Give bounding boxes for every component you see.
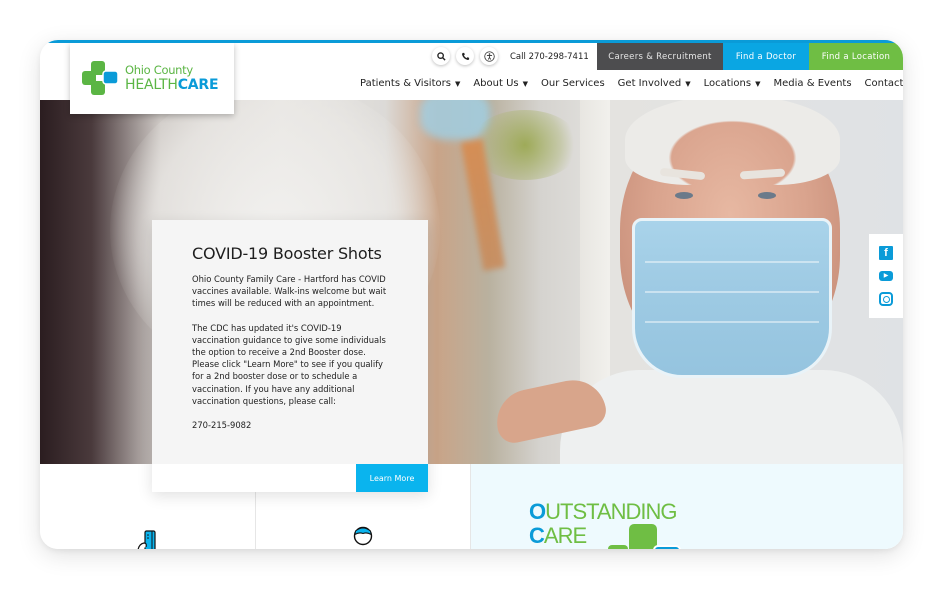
nav-label: Patients & Visitors bbox=[360, 78, 451, 89]
oc-word: ARE bbox=[543, 523, 587, 548]
nav-locations[interactable]: Locations ▼ bbox=[704, 78, 761, 89]
youtube-icon[interactable]: ▶ bbox=[879, 270, 893, 281]
logo-cross-icon bbox=[80, 59, 120, 99]
logo-health: HEALTH bbox=[125, 76, 178, 93]
oc-cross-shape bbox=[653, 545, 681, 549]
mask-pleat bbox=[645, 291, 819, 293]
card-phone: 270-215-9082 bbox=[192, 420, 252, 431]
card-footer: Learn More bbox=[152, 464, 428, 492]
call-phone-link[interactable]: Call 270-298-7411 bbox=[510, 52, 589, 62]
top-buttons: Careers & Recruitment Find a Doctor Find… bbox=[597, 43, 903, 70]
hero-face-mask bbox=[632, 218, 832, 378]
oc-cross-shape bbox=[608, 545, 628, 549]
nav-label: Locations bbox=[703, 78, 752, 89]
logo-text: Ohio County HEALTHCARE bbox=[125, 63, 219, 93]
caret-down-icon: ▼ bbox=[685, 79, 691, 88]
covid-booster-card: COVID-19 Booster Shots Ohio County Famil… bbox=[152, 220, 428, 492]
mask-pleat bbox=[645, 261, 819, 263]
site-logo[interactable]: Ohio County HEALTHCARE bbox=[70, 43, 234, 114]
logo-line1: Ohio County bbox=[125, 63, 193, 78]
nav-contact[interactable]: Contact bbox=[865, 78, 903, 89]
logo-line2: HEALTHCARE bbox=[125, 76, 219, 93]
facebook-icon[interactable]: f bbox=[879, 245, 893, 260]
card-body: COVID-19 Booster Shots Ohio County Famil… bbox=[152, 220, 428, 464]
oc-initial: C bbox=[529, 523, 545, 548]
oc-initial: O bbox=[529, 499, 546, 524]
nav-media-events[interactable]: Media & Events bbox=[774, 78, 852, 89]
nav-patients-visitors[interactable]: Patients & Visitors ▼ bbox=[360, 78, 460, 89]
nav-label: About Us bbox=[473, 78, 519, 89]
card-paragraph: Ohio County Family Care - Hartford has C… bbox=[192, 274, 387, 309]
nav-get-involved[interactable]: Get Involved ▼ bbox=[618, 78, 691, 89]
phone-icon[interactable] bbox=[456, 47, 474, 65]
outstanding-care-panel: OUTSTANDING CARE bbox=[471, 464, 903, 549]
logo-care: CARE bbox=[177, 76, 219, 93]
nav-our-services[interactable]: Our Services bbox=[541, 78, 605, 89]
hero-man-shirt bbox=[560, 370, 903, 464]
find-a-doctor-button[interactable]: Find a Doctor bbox=[723, 43, 809, 70]
search-icon[interactable] bbox=[432, 47, 450, 65]
caret-down-icon: ▼ bbox=[522, 79, 528, 88]
card-payment-icon bbox=[136, 530, 160, 549]
card-title: COVID-19 Booster Shots bbox=[192, 244, 382, 263]
oc-line1: OUTSTANDING bbox=[529, 499, 678, 524]
oc-word: UTSTANDING bbox=[545, 499, 677, 524]
main-nav: Patients & Visitors ▼ About Us ▼ Our Servi… bbox=[360, 78, 903, 89]
oc-cross-shape bbox=[629, 524, 657, 549]
top-accent-line bbox=[40, 40, 903, 43]
caret-down-icon: ▼ bbox=[454, 79, 461, 88]
nav-about-us[interactable]: About Us ▼ bbox=[473, 78, 528, 89]
find-a-location-button[interactable]: Find a Location bbox=[809, 43, 903, 70]
hero-man-eye bbox=[675, 192, 693, 199]
utility-icons bbox=[432, 47, 498, 65]
careers-recruitment-button[interactable]: Careers & Recruitment bbox=[597, 43, 723, 70]
instagram-icon[interactable] bbox=[879, 292, 893, 307]
person-icon bbox=[353, 526, 373, 546]
nav-label: Media & Events bbox=[773, 78, 852, 89]
caret-down-icon: ▼ bbox=[755, 79, 761, 88]
nav-label: Our Services bbox=[541, 78, 605, 89]
browser-frame: Call 270-298-7411 Careers & Recruitment … bbox=[40, 40, 903, 549]
hero-man-hair bbox=[625, 100, 840, 185]
nav-label: Get Involved bbox=[617, 78, 682, 89]
accessibility-icon[interactable] bbox=[480, 47, 498, 65]
nav-label: Contact bbox=[864, 78, 903, 89]
card-paragraph: The CDC has updated it's COVID-19 vaccin… bbox=[192, 322, 386, 406]
social-links: f ▶ bbox=[869, 234, 903, 318]
learn-more-button[interactable]: Learn More bbox=[356, 464, 428, 492]
mask-pleat bbox=[645, 321, 819, 323]
hero-man-eye bbox=[758, 192, 776, 199]
